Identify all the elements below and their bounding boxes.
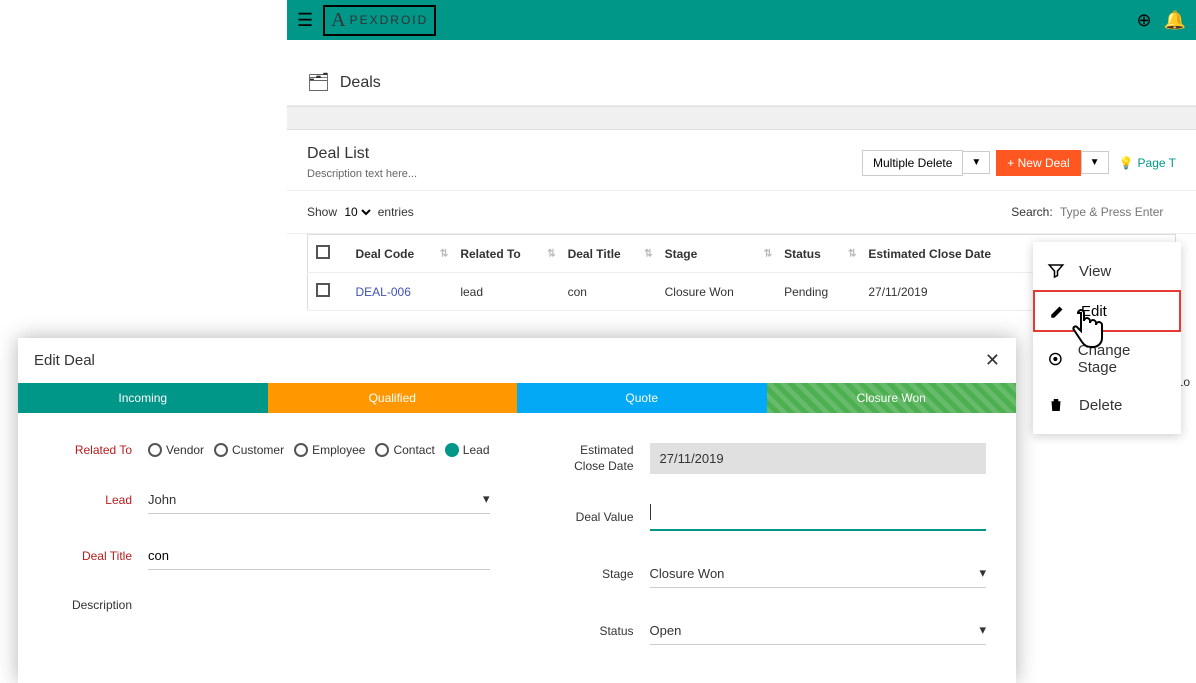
cell-stage: Closure Won — [657, 273, 776, 311]
text-cursor — [650, 504, 651, 520]
logo-text: PEXDROID — [350, 13, 429, 27]
label-est-close: Estimated Close Date — [550, 443, 650, 474]
entries-control: Show 10 entries — [307, 204, 414, 220]
cell-deal-title: con — [560, 273, 657, 311]
section-title: Deals — [340, 74, 381, 92]
col-deal-title[interactable]: Deal Title⇅ — [560, 235, 657, 273]
context-view[interactable]: View — [1033, 252, 1181, 290]
radio-contact[interactable]: Contact — [375, 443, 434, 457]
search-input[interactable] — [1056, 201, 1176, 223]
sort-icon: ⇅ — [547, 248, 555, 259]
separator — [287, 106, 1196, 130]
lightbulb-icon: 💡 — [1119, 156, 1134, 170]
label-related-to: Related To — [48, 443, 148, 457]
col-est-close[interactable]: Estimated Close Date⇅ — [860, 235, 1055, 273]
edit-deal-modal: Edit Deal ✕ Incoming Qualified Quote Clo… — [18, 338, 1016, 683]
label-lead: Lead — [48, 493, 148, 507]
col-deal-code[interactable]: Deal Code⇅ — [348, 235, 453, 273]
sort-icon: ⇅ — [848, 248, 856, 259]
label-description: Description — [48, 598, 148, 612]
form-body: Related To Vendor Customer Employee Cont… — [18, 413, 1016, 683]
list-title: Deal List — [307, 145, 417, 163]
bell-icon[interactable]: 🔔 — [1164, 10, 1186, 31]
sort-icon: ⇅ — [644, 248, 652, 259]
header-actions: ⊕ 🔔 — [1136, 10, 1186, 31]
deals-icon: 🗂 — [307, 72, 330, 93]
table-controls: Show 10 entries Search: — [287, 191, 1196, 234]
cursor-hand-icon — [1066, 308, 1106, 361]
deal-code-link[interactable]: DEAL-006 — [356, 285, 411, 299]
logo-letter: A — [331, 9, 345, 32]
stage-select[interactable]: Closure Won▾ — [650, 559, 987, 588]
row-checkbox[interactable] — [316, 283, 330, 297]
stage-progress: Incoming Qualified Quote Closure Won — [18, 383, 1016, 413]
radio-customer[interactable]: Customer — [214, 443, 284, 457]
status-select[interactable]: Open▾ — [650, 616, 987, 645]
multiple-delete-button[interactable]: Multiple Delete — [862, 150, 963, 176]
lead-select[interactable]: John▾ — [148, 485, 490, 514]
stage-qualified[interactable]: Qualified — [268, 383, 518, 413]
chevron-down-icon: ▾ — [979, 622, 986, 638]
trash-icon — [1047, 396, 1065, 414]
cell-related-to: lead — [452, 273, 559, 311]
chevron-down-icon: ▾ — [979, 565, 986, 581]
entries-select[interactable]: 10 — [340, 204, 374, 220]
select-all-checkbox[interactable] — [316, 245, 330, 259]
label-deal-title: Deal Title — [48, 549, 148, 563]
row-context-menu: View Edit Change Stage Delete — [1033, 242, 1181, 434]
list-description: Description text here... — [307, 168, 417, 180]
add-icon[interactable]: ⊕ — [1136, 10, 1151, 31]
stage-closure[interactable]: Closure Won — [767, 383, 1017, 413]
pencil-icon — [1049, 302, 1067, 320]
deal-title-input[interactable] — [148, 542, 490, 570]
section-header: 🗂 Deals — [287, 60, 1196, 106]
new-deal-button[interactable]: + New Deal — [996, 150, 1080, 176]
label-status: Status — [550, 624, 650, 638]
app-header: ☰ A PEXDROID ⊕ 🔔 — [287, 0, 1196, 40]
related-to-radios: Vendor Customer Employee Contact Lead — [148, 443, 490, 457]
col-related-to[interactable]: Related To⇅ — [452, 235, 559, 273]
close-icon[interactable]: ✕ — [985, 350, 1000, 371]
radio-lead[interactable]: Lead — [445, 443, 490, 457]
sort-icon: ⇅ — [764, 248, 772, 259]
context-delete[interactable]: Delete — [1033, 386, 1181, 424]
sort-icon: ⇅ — [440, 248, 448, 259]
stage-quote[interactable]: Quote — [517, 383, 767, 413]
list-actions: Multiple Delete ▼ + New Deal ▼ 💡 Page T — [862, 145, 1176, 180]
filter-icon — [1047, 262, 1065, 280]
search-label: Search: — [1011, 205, 1052, 219]
context-change-stage[interactable]: Change Stage — [1033, 332, 1181, 386]
modal-title: Edit Deal — [34, 352, 95, 369]
radio-employee[interactable]: Employee — [294, 443, 365, 457]
col-stage[interactable]: Stage⇅ — [657, 235, 776, 273]
list-header-left: Deal List Description text here... — [307, 145, 417, 180]
chevron-down-icon: ▾ — [483, 491, 490, 507]
cell-status: Pending — [776, 273, 860, 311]
est-close-date-field[interactable]: 27/11/2019 — [650, 443, 987, 474]
search-control: Search: — [1011, 201, 1176, 223]
menu-icon[interactable]: ☰ — [297, 10, 313, 31]
page-tips-link[interactable]: 💡 Page T — [1119, 156, 1176, 170]
form-right-col: Estimated Close Date 27/11/2019 Deal Val… — [550, 443, 987, 673]
new-deal-caret[interactable]: ▼ — [1081, 151, 1109, 174]
form-left-col: Related To Vendor Customer Employee Cont… — [48, 443, 490, 673]
multiple-delete-caret[interactable]: ▼ — [963, 151, 990, 174]
list-header: Deal List Description text here... Multi… — [287, 130, 1196, 191]
stage-incoming[interactable]: Incoming — [18, 383, 268, 413]
radio-vendor[interactable]: Vendor — [148, 443, 204, 457]
context-edit[interactable]: Edit — [1033, 290, 1181, 332]
deal-value-input[interactable] — [650, 502, 987, 531]
logo[interactable]: A PEXDROID — [323, 5, 436, 36]
label-stage: Stage — [550, 567, 650, 581]
cell-est-close: 27/11/2019 — [860, 273, 1055, 311]
target-icon — [1047, 350, 1064, 368]
label-deal-value: Deal Value — [550, 510, 650, 524]
col-status[interactable]: Status⇅ — [776, 235, 860, 273]
modal-header: Edit Deal ✕ — [18, 338, 1016, 383]
